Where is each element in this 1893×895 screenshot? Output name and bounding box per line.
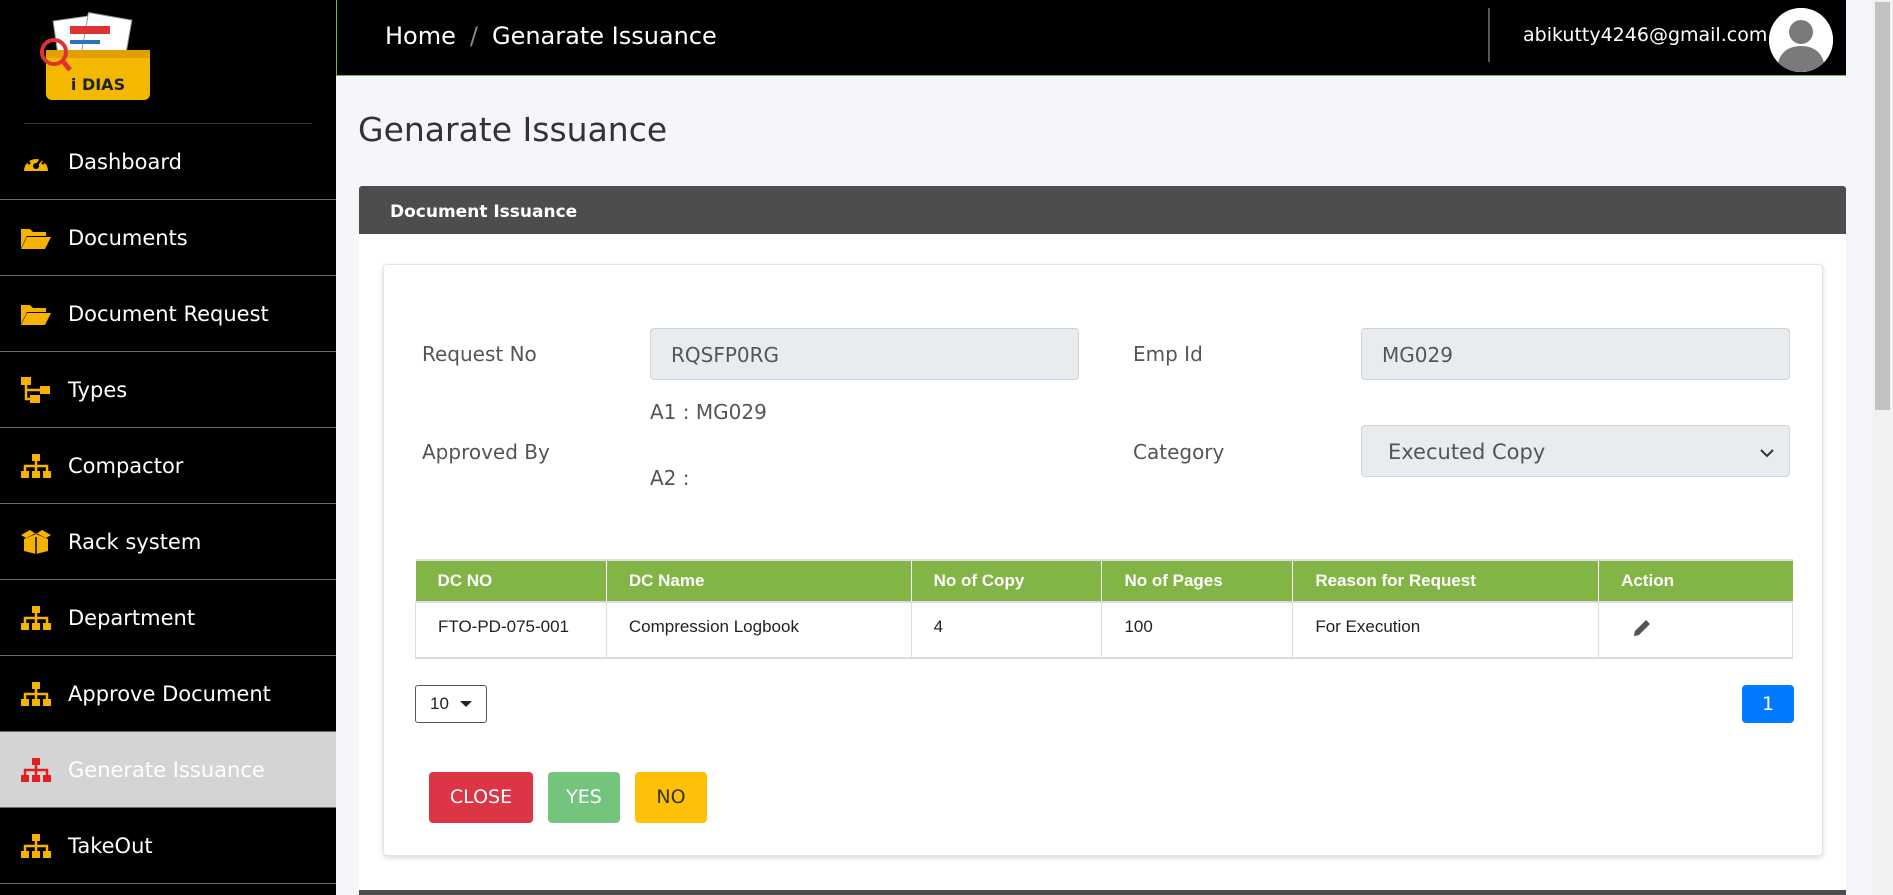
folder-open-icon [18, 300, 54, 328]
close-button[interactable]: CLOSE [429, 772, 533, 823]
logo-area: i DIAS [0, 0, 336, 124]
emp-id-field[interactable]: MG029 [1361, 328, 1790, 380]
sidebar-item-takeout[interactable]: TakeOut [0, 808, 336, 884]
sidebar-item-approve-document[interactable]: Approve Document [0, 656, 336, 732]
logo-text: i DIAS [71, 75, 125, 94]
column-header: DC NO [415, 559, 607, 602]
yes-button[interactable]: YES [548, 772, 620, 823]
sitemap-icon [18, 452, 54, 480]
avatar[interactable] [1769, 8, 1833, 72]
column-header: DC Name [606, 559, 912, 602]
breadcrumb-home[interactable]: Home [385, 22, 456, 50]
folder-open-icon [18, 224, 54, 252]
approver-a1: A1 : MG029 [650, 400, 767, 424]
reason-cell: For Execution [1292, 601, 1600, 659]
sidebar-item-label: Document Request [68, 301, 269, 326]
breadcrumb-separator: / [469, 22, 478, 50]
sidebar-item-label: Documents [68, 225, 188, 250]
request-no-label: Request No [422, 342, 537, 366]
page-scrollbar[interactable] [1872, 0, 1893, 895]
no-of-copy-cell: 4 [911, 601, 1103, 659]
emp-id-label: Emp Id [1133, 342, 1203, 366]
sidebar-nav: Dashboard Documents Document Request Typ… [0, 124, 336, 884]
table-row: FTO-PD-075-001 Compression Logbook 4 100… [415, 601, 1793, 659]
sidebar-item-dashboard[interactable]: Dashboard [0, 124, 336, 200]
dc-name-cell: Compression Logbook [606, 601, 912, 659]
sidebar-item-label: Compactor [68, 453, 184, 478]
user-email[interactable]: abikutty4246@gmail.com [1523, 24, 1767, 46]
page-number-button[interactable]: 1 [1742, 685, 1794, 723]
issuance-card: Request No RQSFP0RG Emp Id MG029 A1 : MG… [383, 264, 1823, 856]
sitemap-icon [18, 756, 54, 784]
page-size-select[interactable]: 10 [415, 685, 487, 723]
user-silhouette-icon [1769, 8, 1833, 72]
sidebar-item-label: Types [68, 377, 128, 402]
sidebar-item-label: Generate Issuance [68, 757, 265, 782]
page-title: Genarate Issuance [358, 110, 668, 149]
breadcrumb: Home / Genarate Issuance [385, 22, 717, 50]
sidebar: i DIAS Dashboard Documents Document Requ… [0, 0, 336, 895]
issuance-table: DC NO DC Name No of Copy No of Pages Rea… [415, 559, 1793, 659]
sidebar-item-documents[interactable]: Documents [0, 200, 336, 276]
sidebar-item-compactor[interactable]: Compactor [0, 428, 336, 504]
table-header-row: DC NO DC Name No of Copy No of Pages Rea… [415, 559, 1793, 602]
sidebar-item-generate-issuance[interactable]: Generate Issuance [0, 732, 336, 808]
sidebar-item-label: Dashboard [68, 149, 182, 174]
action-cell [1598, 601, 1793, 659]
category-select[interactable]: Executed Copy [1361, 425, 1790, 477]
next-panel-edge [359, 890, 1846, 895]
sitemap-icon [18, 832, 54, 860]
sidebar-item-label: Approve Document [68, 681, 271, 706]
page-size-value: 10 [430, 694, 449, 713]
sidebar-item-document-request[interactable]: Document Request [0, 276, 336, 352]
chevron-down-icon [1759, 442, 1775, 466]
sidebar-item-department[interactable]: Department [0, 580, 336, 656]
app-logo[interactable]: i DIAS [36, 11, 156, 104]
pencil-edit-icon[interactable] [1631, 617, 1653, 644]
dashboard-gauge-icon [18, 148, 54, 176]
sitemap-icon [18, 680, 54, 708]
column-header: No of Copy [911, 559, 1103, 602]
category-label: Category [1133, 440, 1225, 464]
top-bar: Home / Genarate Issuance abikutty4246@gm… [336, 0, 1846, 76]
column-header: Action [1598, 559, 1793, 602]
document-issuance-panel: Document Issuance Request No RQSFP0RG Em… [359, 186, 1846, 895]
sidebar-item-label: TakeOut [68, 833, 153, 858]
caret-down-icon [460, 701, 472, 707]
hierarchy-icon [18, 376, 54, 404]
approved-by-label: Approved By [422, 440, 550, 464]
sidebar-item-rack-system[interactable]: Rack system [0, 504, 336, 580]
scrollbar-thumb[interactable] [1875, 2, 1890, 410]
sidebar-item-label: Department [68, 605, 196, 630]
sidebar-item-label: Rack system [68, 529, 202, 554]
box-open-icon [18, 528, 54, 556]
dc-no-cell: FTO-PD-075-001 [415, 601, 607, 659]
logo-divider [24, 123, 312, 124]
sidebar-item-types[interactable]: Types [0, 352, 336, 428]
topbar-divider [1488, 8, 1490, 62]
no-button[interactable]: NO [635, 772, 707, 823]
column-header: No of Pages [1101, 559, 1294, 602]
approver-a2: A2 : [650, 466, 690, 490]
no-of-pages-cell: 100 [1101, 601, 1294, 659]
request-no-field[interactable]: RQSFP0RG [650, 328, 1079, 380]
sitemap-icon [18, 604, 54, 632]
category-selected-value: Executed Copy [1388, 440, 1546, 464]
breadcrumb-current: Genarate Issuance [491, 22, 717, 50]
column-header: Reason for Request [1292, 559, 1600, 602]
panel-heading: Document Issuance [359, 186, 1846, 234]
